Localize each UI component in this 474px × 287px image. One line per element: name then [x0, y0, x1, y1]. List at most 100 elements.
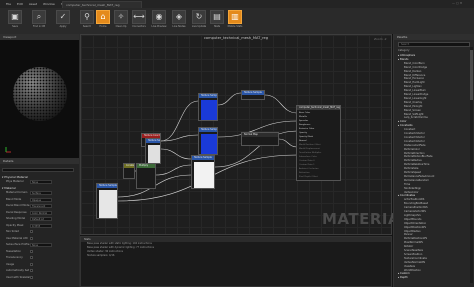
detail-prop-row: Material Domain Surface: [2, 191, 78, 195]
graph-result-node[interactable]: computer_technical_mesh_MAT_reg Base Colo…: [296, 105, 341, 181]
toolbar-button-label: Save: [12, 25, 18, 28]
result-pin[interactable]: Metallic: [299, 116, 307, 118]
graph-node-texture-sample[interactable]: Texture Sample: [145, 138, 161, 164]
prop-checkbox[interactable]: [30, 256, 33, 259]
graph-node-texture-sample[interactable]: Texture Sample: [198, 127, 218, 155]
prop-key: Decal Blend Mode: [6, 204, 30, 207]
detail-prop-row: Subsurface Profile None: [2, 243, 78, 247]
result-pin[interactable]: Tessellation Multiplier: [299, 152, 321, 154]
home-icon: ⌂: [96, 10, 110, 24]
physical-material-section[interactable]: ▾ Physical Material: [2, 175, 28, 179]
result-pin[interactable]: World Position Offset: [299, 144, 321, 146]
prop-key: Blend Mode: [6, 197, 22, 201]
toolbar-button-label: Search: [82, 25, 92, 28]
graph-node-texture-sample[interactable]: Texture Sample: [96, 183, 118, 219]
result-pin[interactable]: Base Color: [299, 112, 310, 114]
prop-value[interactable]: Color Normal: [30, 210, 52, 215]
prop-key: Tessellation: [6, 249, 22, 253]
node-title: Texture Sample: [97, 184, 117, 188]
result-pin[interactable]: Emissive Color: [299, 128, 314, 130]
prop-value[interactable]: 0.3333: [30, 223, 52, 228]
result-pin[interactable]: World Displacement: [299, 148, 320, 150]
toolbar-button-label: Find in CB: [33, 25, 45, 28]
prop-value[interactable]: Default Lit: [30, 217, 52, 221]
tab-material-editor[interactable]: computer_technical_mesh_MAT_reg: [62, 1, 142, 8]
graph-wire: [160, 134, 199, 142]
toolbar-find-in-cb-button[interactable]: ⌕ Find in CB: [28, 10, 50, 32]
result-pin[interactable]: Refraction: [299, 172, 310, 174]
prop-key: Used with Skeletal: [6, 275, 30, 279]
graph-wire: [217, 92, 242, 106]
toolbar: ▣ Save ⌕ Find in CB ✓ Apply ⚲ Search ⌂ Home ✧ Clean…: [0, 8, 474, 35]
result-pin[interactable]: Normal: [299, 140, 307, 142]
prop-key: Material Domain: [6, 191, 28, 194]
detail-prop-row: Automatically Set: [2, 269, 78, 273]
toolbar-mobile-stats-button[interactable]: ▥ Mobile Stats: [224, 10, 246, 32]
prop-checkbox[interactable]: [30, 269, 33, 272]
detail-prop-row: Opacity Mask 0.3333: [2, 223, 78, 228]
material-graph[interactable]: Texture Sample Texture Sample Texture Samp…: [80, 34, 392, 235]
toolbar-live-nodes-button[interactable]: ◈ Live Nodes: [168, 10, 190, 32]
palette-category[interactable]: ▸ Depth: [398, 276, 408, 280]
toolbar-button-label: Live Update: [191, 25, 207, 28]
prop-checkbox[interactable]: [30, 249, 33, 253]
prop-value[interactable]: Surface: [30, 191, 52, 195]
connectors-icon: ⟷: [132, 10, 146, 24]
graph-title: computer_technical_mesh_MAT_reg: [203, 36, 269, 40]
section-label: Physical Material: [4, 175, 28, 179]
palette-title: Palette: [394, 34, 474, 40]
result-pin[interactable]: Opacity Mask: [299, 136, 313, 138]
toolbar-save-button[interactable]: ▣ Save: [4, 10, 26, 32]
result-pin[interactable]: Ambient Occlusion: [299, 168, 318, 170]
result-pin[interactable]: Custom Data 1: [299, 164, 315, 166]
result-pin[interactable]: Pixel Depth Offset: [299, 176, 318, 178]
result-pin[interactable]: Opacity: [299, 132, 307, 134]
node-title: Texture Sample: [192, 156, 214, 160]
graph-wire: [264, 94, 298, 114]
window-controls[interactable]: — ▢ ✕: [452, 1, 462, 5]
stats-panel: Stats Base pass shader with static light…: [80, 236, 392, 287]
toolbar-connectors-button[interactable]: ⟷ Connectors: [128, 10, 150, 32]
node-title: Texture Sample: [242, 91, 264, 95]
toolbar-button-label: Stats: [213, 25, 221, 28]
graph-wire: [155, 164, 192, 176]
live-update-icon: ↻: [192, 10, 206, 24]
graph-node-texture-sample[interactable]: Texture Sample: [241, 90, 265, 100]
palette-scrollbar-thumb[interactable]: [470, 50, 473, 100]
prop-key: Shading Model: [6, 217, 26, 220]
graph-wire: [160, 148, 192, 160]
details-title: Details: [0, 158, 79, 164]
graph-node-normal-map[interactable]: Normal Map: [241, 132, 279, 146]
result-pin[interactable]: Specular: [299, 120, 308, 122]
prop-value[interactable]: Translucent: [30, 204, 52, 208]
prop-checkbox[interactable]: [30, 262, 33, 266]
live-nodes-icon: ◈: [172, 10, 186, 24]
phys-material-row: Phys Material None: [2, 180, 78, 184]
palette-category-label: Category: [398, 49, 410, 52]
details-search-input[interactable]: [2, 168, 74, 172]
prop-checkbox[interactable]: [30, 236, 33, 240]
zoom-level: Zoom -2: [374, 37, 387, 41]
toolbar-apply-button[interactable]: ✓ Apply: [52, 10, 74, 32]
detail-prop-row: Used with Skeletal: [2, 275, 78, 280]
prop-value[interactable]: Opaque: [30, 197, 52, 202]
palette-search-input[interactable]: Search: [398, 42, 470, 47]
detail-prop-row: Decal Blend Mode Translucent: [2, 204, 78, 208]
prop-value[interactable]: None: [30, 180, 52, 184]
stats-icon: ▤: [210, 10, 224, 24]
toolbar-live-preview-button[interactable]: ◉ Live Preview: [148, 10, 170, 32]
prop-checkbox[interactable]: [30, 230, 33, 233]
toolbar-button-label: Connectors: [132, 25, 146, 28]
prop-checkbox[interactable]: [30, 275, 33, 279]
graph-node-texture-sample[interactable]: Texture Sample: [198, 93, 218, 121]
palette-item[interactable]: Lerp_ScratchGrime: [404, 116, 428, 120]
graph-node-texture-sample[interactable]: Texture Sample: [191, 155, 215, 189]
preview-viewport[interactable]: Viewport: [0, 34, 80, 158]
result-pin[interactable]: Subsurface Color: [299, 156, 317, 158]
result-pin[interactable]: Custom Data 0: [299, 160, 315, 162]
prop-value[interactable]: None: [30, 243, 52, 247]
graph-node-constant[interactable]: Constant: [123, 163, 135, 179]
graph-node-multiply[interactable]: Multiply: [136, 163, 156, 189]
result-pin[interactable]: Roughness: [299, 124, 310, 126]
material-section[interactable]: ▾ Material: [2, 186, 16, 190]
